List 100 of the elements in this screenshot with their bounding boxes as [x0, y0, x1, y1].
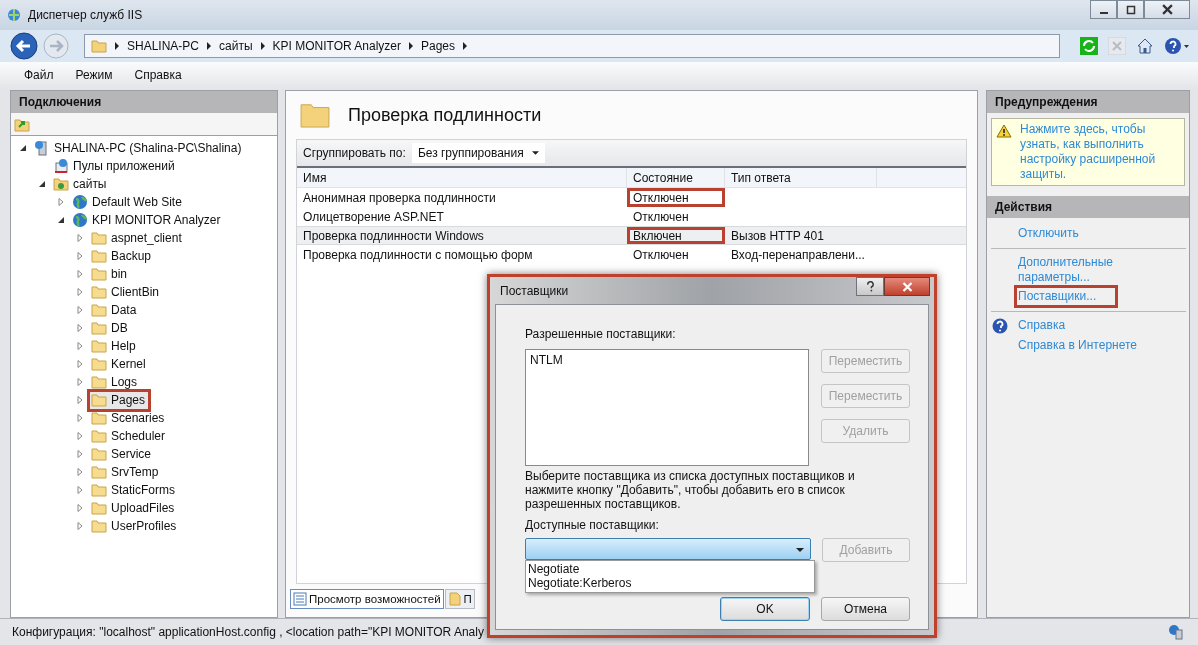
tree-item[interactable]: Пулы приложений	[52, 157, 178, 175]
tree-item[interactable]: Backup	[90, 247, 155, 265]
server-icon	[34, 140, 50, 156]
folder-icon	[91, 284, 107, 300]
tree-item[interactable]: Default Web Site	[71, 193, 185, 211]
providers-dropdown[interactable]	[525, 538, 812, 560]
tree-item[interactable]: Scheduler	[90, 427, 169, 445]
dropdown-option[interactable]: Negotiate	[528, 562, 580, 576]
table-row[interactable]: Проверка подлинности Windows Включен Вызов HTTP 401	[297, 226, 966, 245]
column-header[interactable]: Тип ответа	[725, 168, 877, 187]
table-cell: Отключен	[633, 247, 689, 262]
table-cell: Отключен	[633, 190, 689, 205]
tree-item[interactable]: SrvTemp	[90, 463, 162, 481]
folder-icon	[91, 392, 107, 408]
folder-icon	[91, 518, 107, 534]
providers-list[interactable]: NTLM	[525, 349, 809, 466]
ok-button[interactable]: OK	[720, 597, 810, 621]
tree-item[interactable]: Scenaries	[90, 409, 168, 427]
maximize-icon	[1125, 4, 1136, 15]
table-cell: Отключен	[633, 209, 689, 224]
folder-icon	[91, 320, 107, 336]
tree-item[interactable]: UserProfiles	[90, 517, 180, 535]
tree-item[interactable]: Logs	[90, 373, 141, 391]
question-icon	[865, 281, 875, 292]
stop-icon[interactable]	[1108, 37, 1126, 55]
tree-item[interactable]: KPI MONITOR Analyzer	[71, 211, 224, 229]
tree-item[interactable]: DB	[90, 319, 131, 337]
caret-icon	[531, 151, 539, 155]
expander-icon[interactable]	[57, 216, 65, 224]
close-icon	[1161, 4, 1173, 15]
page-title: Проверка подлинности	[348, 104, 542, 126]
folder-icon	[91, 230, 107, 246]
connect-icon[interactable]	[14, 116, 30, 132]
folder-icon	[91, 356, 107, 372]
table-cell: Проверка подлинности Windows	[303, 228, 484, 243]
dialog-title: Поставщики	[500, 283, 569, 298]
pool-icon	[53, 158, 69, 174]
folder-icon	[91, 500, 107, 516]
home-icon[interactable]	[1136, 37, 1154, 55]
menu-item[interactable]: Справка	[134, 68, 182, 82]
table-row[interactable]: Проверка подлинности с помощью форм Отключен Вход-перенаправлени...	[297, 245, 966, 264]
caret-icon	[796, 548, 805, 552]
table-cell: Проверка подлинности с помощью форм	[303, 247, 533, 262]
tree-item[interactable]: Pages	[90, 391, 149, 409]
tree-item[interactable]: Service	[90, 445, 154, 463]
tree-item[interactable]: Kernel	[90, 355, 149, 373]
menu-item[interactable]: Режим	[75, 68, 113, 82]
folder-icon	[91, 446, 107, 462]
maximize-button[interactable]	[1117, 0, 1144, 19]
warning-icon	[996, 124, 1012, 138]
folder-icon	[91, 248, 107, 264]
tree-item[interactable]: aspnet_client	[90, 229, 185, 247]
tree-item[interactable]: ClientBin	[90, 283, 163, 301]
column-header[interactable]: Состояние	[627, 168, 725, 187]
tree-item[interactable]: UploadFiles	[90, 499, 178, 517]
view-tab[interactable]: П	[444, 589, 475, 609]
menu-item[interactable]: Файл	[24, 68, 54, 82]
table-cell: Олицетворение ASP.NET	[303, 209, 444, 224]
back-icon[interactable]	[10, 32, 38, 60]
network-icon	[1168, 624, 1184, 640]
list-item[interactable]: NTLM	[530, 353, 563, 367]
tree-item[interactable]: Help	[90, 337, 139, 355]
globe-icon	[72, 212, 88, 228]
refresh-icon[interactable]	[1080, 37, 1098, 55]
dropdown-option[interactable]: Negotiate:Kerberos	[528, 576, 632, 590]
tree-item[interactable]: SHALINA-PC (Shalina-PC\Shalina)	[33, 139, 245, 157]
help-button[interactable]	[856, 277, 884, 296]
field-label: Доступные поставщики:	[525, 518, 660, 532]
alert-link[interactable]: Нажмите здесь, чтобы узнать, как выполнить настройку расширенной защиты.	[1020, 122, 1180, 182]
folder-icon	[91, 464, 107, 480]
close-button[interactable]	[884, 277, 930, 296]
pane-header: Предупреждения	[987, 91, 1189, 113]
table-row[interactable]: Анонимная проверка подлинности Отключен	[297, 188, 966, 207]
cancel-button[interactable]: Отмена	[821, 597, 910, 621]
folder-icon	[91, 338, 107, 354]
expander-icon[interactable]	[19, 144, 27, 152]
help-icon[interactable]	[1164, 37, 1190, 55]
view-tab[interactable]: Просмотр возможностей	[290, 589, 444, 609]
minimize-button[interactable]	[1090, 0, 1117, 19]
folder-icon	[300, 102, 330, 128]
tree-item[interactable]: Data	[90, 301, 140, 319]
field-label: Разрешенные поставщики:	[525, 327, 677, 341]
column-header[interactable]: Имя	[297, 168, 627, 187]
table-row[interactable]: Олицетворение ASP.NET Отключен	[297, 207, 966, 226]
pane-header: Подключения	[11, 91, 277, 113]
folder-icon	[91, 266, 107, 282]
tree-item[interactable]: сайты	[52, 175, 110, 193]
minimize-icon	[1099, 11, 1108, 14]
group-by-dropdown[interactable]: Без группирования	[411, 143, 545, 163]
folder-icon	[91, 302, 107, 318]
folder-icon	[91, 482, 107, 498]
close-icon	[901, 281, 913, 292]
tree-item[interactable]: StaticForms	[90, 481, 178, 499]
close-button[interactable]	[1144, 0, 1190, 19]
address-bar[interactable]: SHALINA-PC сайты KPI MONITOR Analyzer Pages	[84, 34, 1060, 58]
folder-icon	[91, 428, 107, 444]
list-icon	[293, 592, 307, 606]
tree-item[interactable]: bin	[90, 265, 130, 283]
expander-icon[interactable]	[38, 180, 46, 188]
hint-text: Выберите поставщика из списка доступных поставщиков и нажмите кнопку "Добавить", чтобы добавить его в список разрешенных поставщиков.	[525, 469, 856, 511]
